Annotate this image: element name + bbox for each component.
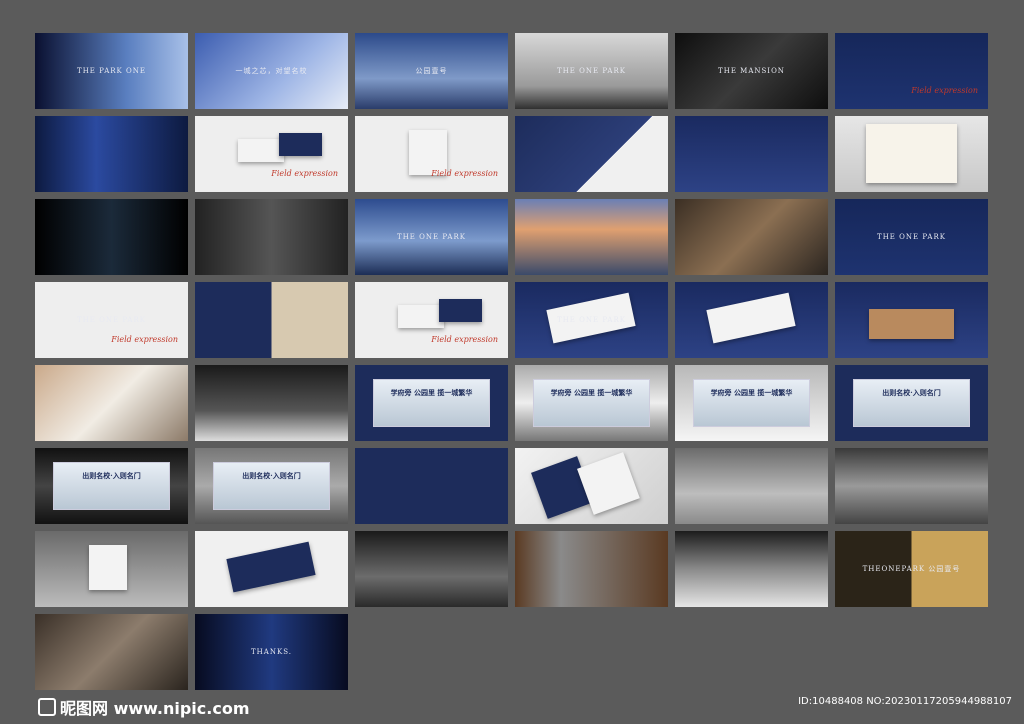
thumbnail-tile[interactable]: Field expression	[355, 282, 508, 358]
banner-headline: 学府旁 公园里 揽一城繁华	[550, 388, 633, 398]
banner-headline: 学府旁 公园里 揽一城繁华	[390, 388, 473, 398]
thumbnail-tile[interactable]	[35, 365, 188, 441]
thumbnail-tile[interactable]: Field expression	[835, 33, 988, 109]
thumbnail-tile[interactable]: 学府旁 公园里 揽一城繁华	[515, 365, 668, 441]
thumbnail-tile[interactable]: 一城之芯，对望名校	[195, 33, 348, 109]
tile-title: 一城之芯，对望名校	[235, 67, 308, 75]
logo-text: 昵图网 www.nipic.com	[60, 699, 250, 718]
image-id-label: ID:10488408 NO:20230117205944988107	[798, 696, 1012, 707]
thumbnail-tile[interactable]	[515, 448, 668, 524]
thumbnail-tile[interactable]	[35, 116, 188, 192]
billboard-banner: 学府旁 公园里 揽一城繁华	[693, 378, 810, 428]
thumbnail-tile[interactable]: THE ONE PARK	[515, 282, 668, 358]
thumbnail-tile[interactable]: 出则名校·入则名门	[35, 448, 188, 524]
thumbnail-tile[interactable]: THE ONE PARK	[355, 199, 508, 275]
tile-title: THANKS.	[251, 648, 292, 656]
thumbnail-tile[interactable]: 出则名校·入则名门	[835, 365, 988, 441]
bag-mockup	[88, 544, 127, 591]
thumbnail-tile[interactable]	[195, 531, 348, 607]
billboard-banner: 出则名校·入则名门	[853, 378, 970, 428]
thumbnail-tile[interactable]	[195, 199, 348, 275]
thumbnail-tile[interactable]: THE ONE PARK	[835, 199, 988, 275]
thumbnail-tile[interactable]: THE ONE PARK Field expression	[35, 282, 188, 358]
thumbnail-tile[interactable]	[675, 282, 828, 358]
banner-headline: 出则名校·入则名门	[82, 471, 141, 481]
thumbnail-tile[interactable]: Field expression	[195, 116, 348, 192]
thumbnail-tile[interactable]: 学府旁 公园里 揽一城繁华	[675, 365, 828, 441]
thumbnail-tile[interactable]	[195, 365, 348, 441]
envelope-mockup	[226, 541, 316, 593]
thumbnail-tile[interactable]: THE PARK ONE	[35, 33, 188, 109]
thumbnail-tile[interactable]: 公园壹号	[355, 33, 508, 109]
thumbnail-tile[interactable]: THE ONE PARK	[515, 33, 668, 109]
billboard-banner: 出则名校·入则名门	[53, 461, 170, 511]
tile-title: THE ONE PARK	[557, 67, 626, 75]
book-mockup	[865, 123, 958, 183]
signature-script: Field expression	[111, 335, 178, 344]
signature-script: Field expression	[431, 169, 498, 178]
signature-script: Field expression	[911, 86, 978, 95]
thumbnail-tile[interactable]	[355, 448, 508, 524]
thumbnail-tile[interactable]	[675, 448, 828, 524]
thumbnail-tile[interactable]: THANKS.	[195, 614, 348, 690]
tile-title: THEONEPARK 公园壹号	[862, 565, 961, 573]
tile-title: THE MANSION	[718, 67, 785, 75]
signature-script: Field expression	[271, 169, 338, 178]
card-mockup	[397, 304, 444, 328]
tile-title: THE ONE PARK	[557, 316, 626, 324]
thumbnail-tile[interactable]	[35, 614, 188, 690]
thumbnail-tile[interactable]: THEONEPARK 公园壹号	[835, 531, 988, 607]
card-mockup	[279, 132, 322, 156]
signature-script: Field expression	[431, 335, 498, 344]
banner-headline: 学府旁 公园里 揽一城繁华	[710, 388, 793, 398]
thumbnail-tile[interactable]	[515, 199, 668, 275]
card-mockup	[237, 138, 284, 162]
box-mockup	[868, 308, 955, 339]
logo-icon	[38, 698, 56, 716]
thumbnail-tile[interactable]	[835, 448, 988, 524]
tile-title: THE ONE PARK	[877, 233, 946, 241]
thumbnail-tile[interactable]	[675, 531, 828, 607]
billboard-banner: 学府旁 公园里 揽一城繁华	[533, 378, 650, 428]
tile-title: THE ONE PARK	[77, 316, 146, 324]
tile-title: THE ONE PARK	[397, 233, 466, 241]
thumbnail-tile[interactable]	[355, 531, 508, 607]
thumbnail-tile[interactable]	[35, 199, 188, 275]
thumbnail-tile[interactable]: 出则名校·入则名门	[195, 448, 348, 524]
billboard-banner: 出则名校·入则名门	[213, 461, 330, 511]
banner-headline: 出则名校·入则名门	[242, 471, 301, 481]
thumbnail-grid: THE PARK ONE 一城之芯，对望名校 公园壹号 THE ONE PARK THE…	[35, 33, 988, 690]
tile-title: THE PARK ONE	[77, 67, 146, 75]
billboard-banner: 学府旁 公园里 揽一城繁华	[373, 378, 490, 428]
thumbnail-tile[interactable]	[675, 199, 828, 275]
thumbnail-tile[interactable]: THE MANSION	[675, 33, 828, 109]
thumbnail-tile[interactable]: Field expression	[355, 116, 508, 192]
thumbnail-tile[interactable]	[515, 116, 668, 192]
thumbnail-tile[interactable]	[835, 282, 988, 358]
thumbnail-tile[interactable]	[675, 116, 828, 192]
thumbnail-tile[interactable]: 学府旁 公园里 揽一城繁华	[355, 365, 508, 441]
card-mockup	[439, 298, 482, 322]
thumbnail-tile[interactable]	[835, 116, 988, 192]
thumbnail-tile[interactable]	[515, 531, 668, 607]
envelope-mockup	[706, 292, 796, 344]
banner-headline: 出则名校·入则名门	[882, 388, 941, 398]
tile-title: 公园壹号	[415, 67, 448, 75]
thumbnail-tile[interactable]	[195, 282, 348, 358]
thumbnail-tile[interactable]	[35, 531, 188, 607]
ticket-mockup	[576, 452, 640, 516]
site-logo: 昵图网 www.nipic.com	[38, 695, 250, 719]
